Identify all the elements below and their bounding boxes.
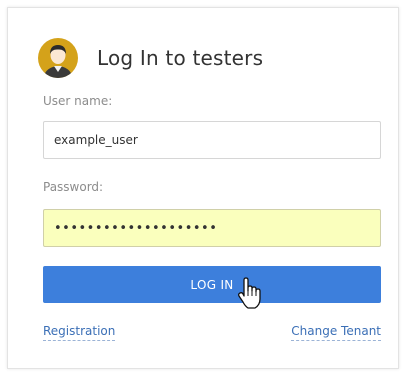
login-button[interactable]: LOG IN	[43, 266, 381, 303]
password-input[interactable]	[43, 209, 381, 247]
login-page: Log In to testers User name: Password: L…	[0, 0, 405, 376]
username-label: User name:	[43, 94, 113, 108]
change-tenant-link[interactable]: Change Tenant	[291, 324, 381, 341]
password-label: Password:	[43, 180, 104, 194]
username-input[interactable]	[43, 121, 381, 159]
registration-link[interactable]: Registration	[43, 324, 116, 341]
hand-pointer-icon	[238, 277, 261, 309]
page-title: Log In to testers	[97, 46, 264, 70]
user-avatar-icon	[38, 38, 78, 78]
login-header: Log In to testers	[37, 36, 263, 80]
